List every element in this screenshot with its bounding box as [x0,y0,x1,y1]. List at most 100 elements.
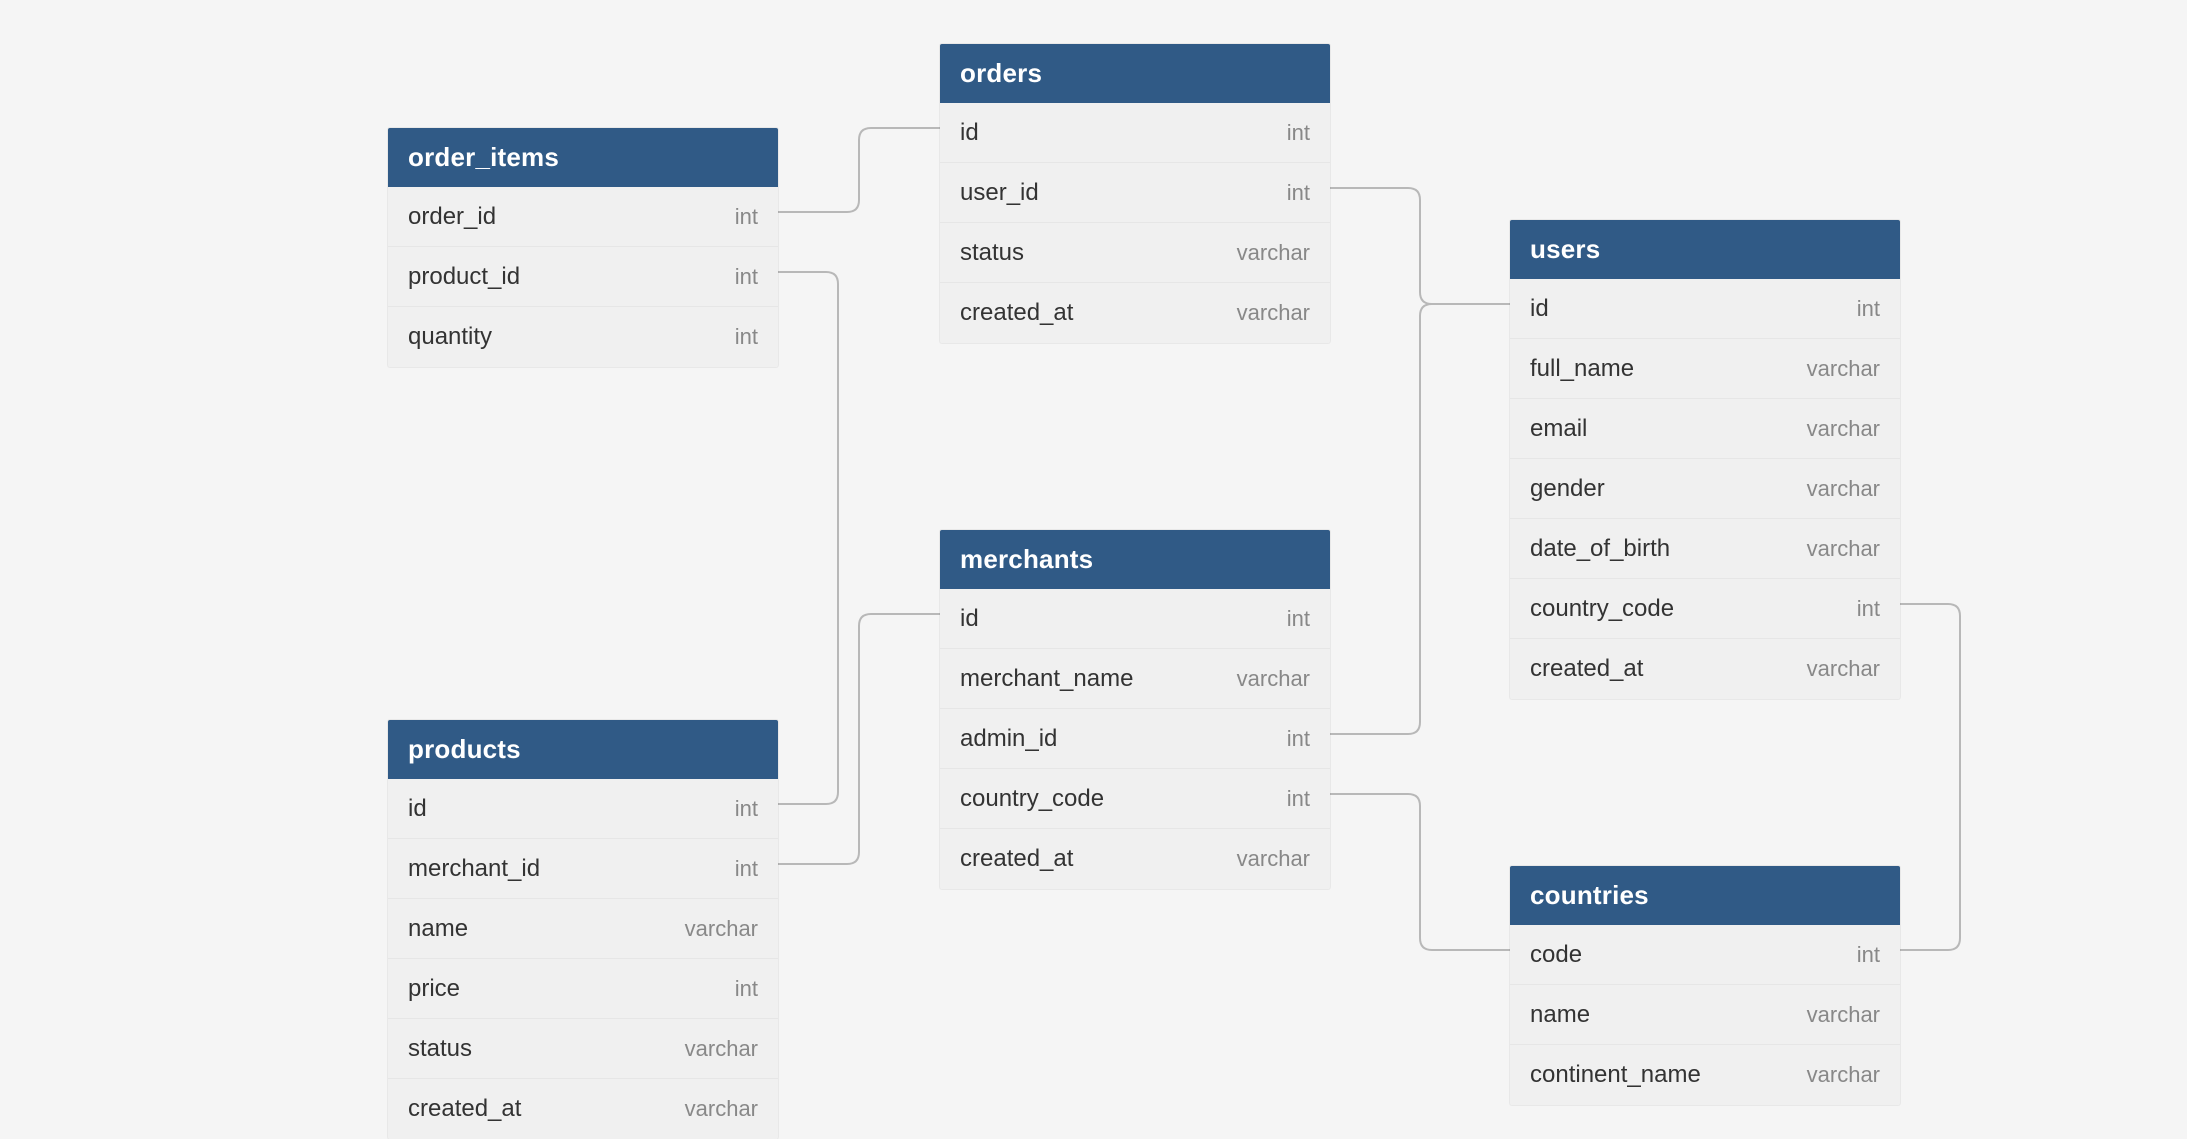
column-name: name [408,915,468,943]
column-name: merchant_name [960,665,1133,693]
column-row[interactable]: id int [388,779,778,839]
column-row[interactable]: merchant_name varchar [940,649,1330,709]
column-type: int [735,856,758,882]
column-row[interactable]: full_name varchar [1510,339,1900,399]
column-type: varchar [1237,240,1310,266]
column-row[interactable]: code int [1510,925,1900,985]
column-type: varchar [1807,536,1880,562]
column-name: email [1530,415,1587,443]
table-countries[interactable]: countriescodeintnamevarcharcontinent_nam… [1510,866,1900,1105]
column-row[interactable]: name varchar [1510,985,1900,1045]
column-name: gender [1530,475,1605,503]
column-row[interactable]: created_at varchar [940,829,1330,889]
table-header[interactable]: products [388,720,778,779]
column-type: int [735,976,758,1002]
column-row[interactable]: created_at varchar [1510,639,1900,699]
table-header[interactable]: merchants [940,530,1330,589]
column-name: id [960,605,979,633]
column-name: order_id [408,203,496,231]
column-name: status [960,239,1024,267]
column-row[interactable]: quantity int [388,307,778,367]
table-order_items[interactable]: order_itemsorder_idintproduct_idintquant… [388,128,778,367]
column-row[interactable]: country_codeint [940,769,1330,829]
column-type: int [1857,296,1880,322]
column-name: product_id [408,263,520,291]
table-header[interactable]: order_items [388,128,778,187]
column-type: int [1287,120,1310,146]
column-row[interactable]: price int [388,959,778,1019]
column-type: int [1287,606,1310,632]
column-name: price [408,975,460,1003]
column-name: continent_name [1530,1061,1701,1089]
column-name: admin_id [960,725,1057,753]
column-type: varchar [1807,356,1880,382]
relation-line [778,614,940,864]
column-row[interactable]: continent_name varchar [1510,1045,1900,1105]
column-name: user_id [960,179,1039,207]
column-type: int [1857,596,1880,622]
relation-line [1330,188,1510,304]
relation-line [1330,304,1510,734]
column-type: int [1857,942,1880,968]
column-type: int [735,796,758,822]
table-header[interactable]: orders [940,44,1330,103]
column-type: int [735,324,758,350]
relation-line [1330,794,1510,950]
column-name: id [1530,295,1549,323]
column-type: varchar [1237,666,1310,692]
er-diagram-canvas[interactable]: order_itemsorder_idintproduct_idintquant… [0,0,2187,1121]
column-type: varchar [1807,416,1880,442]
column-type: varchar [685,916,758,942]
column-name: quantity [408,323,492,351]
column-name: created_at [408,1095,521,1123]
column-row[interactable]: id int [940,589,1330,649]
table-products[interactable]: productsidintmerchant_idintnamevarcharpr… [388,720,778,1139]
column-row[interactable]: id int [940,103,1330,163]
column-row[interactable]: merchant_idint [388,839,778,899]
column-row[interactable]: gendervarchar [1510,459,1900,519]
column-row[interactable]: date_of_birth varchar [1510,519,1900,579]
column-type: int [735,264,758,290]
relation-line [778,128,940,212]
column-type: varchar [1237,846,1310,872]
column-name: status [408,1035,472,1063]
column-row[interactable]: id int [1510,279,1900,339]
column-type: varchar [1807,1002,1880,1028]
column-row[interactable]: user_id int [940,163,1330,223]
column-name: name [1530,1001,1590,1029]
table-header[interactable]: users [1510,220,1900,279]
column-name: id [960,119,979,147]
column-name: created_at [960,845,1073,873]
column-name: id [408,795,427,823]
column-name: date_of_birth [1530,535,1670,563]
column-row[interactable]: created_at varchar [388,1079,778,1139]
column-type: int [1287,786,1310,812]
table-merchants[interactable]: merchantsidintmerchant_namevarcharadmin_… [940,530,1330,889]
table-users[interactable]: usersidintfull_namevarcharemailvarcharge… [1510,220,1900,699]
column-type: varchar [685,1096,758,1122]
column-type: int [735,204,758,230]
column-name: code [1530,941,1582,969]
column-name: full_name [1530,355,1634,383]
column-type: varchar [685,1036,758,1062]
table-header[interactable]: countries [1510,866,1900,925]
column-name: created_at [1530,655,1643,683]
column-row[interactable]: email varchar [1510,399,1900,459]
column-row[interactable]: created_atvarchar [940,283,1330,343]
column-row[interactable]: country_code int [1510,579,1900,639]
table-orders[interactable]: ordersidintuser_idintstatusvarcharcreate… [940,44,1330,343]
column-name: country_code [1530,595,1674,623]
relation-line [1900,604,1960,950]
column-type: varchar [1237,300,1310,326]
relation-line [778,272,838,804]
column-row[interactable]: status varchar [940,223,1330,283]
column-row[interactable]: product_id int [388,247,778,307]
column-row[interactable]: order_id int [388,187,778,247]
column-type: int [1287,726,1310,752]
column-type: int [1287,180,1310,206]
column-type: varchar [1807,656,1880,682]
column-row[interactable]: admin_id int [940,709,1330,769]
column-row[interactable]: name varchar [388,899,778,959]
column-type: varchar [1807,1062,1880,1088]
column-row[interactable]: status varchar [388,1019,778,1079]
